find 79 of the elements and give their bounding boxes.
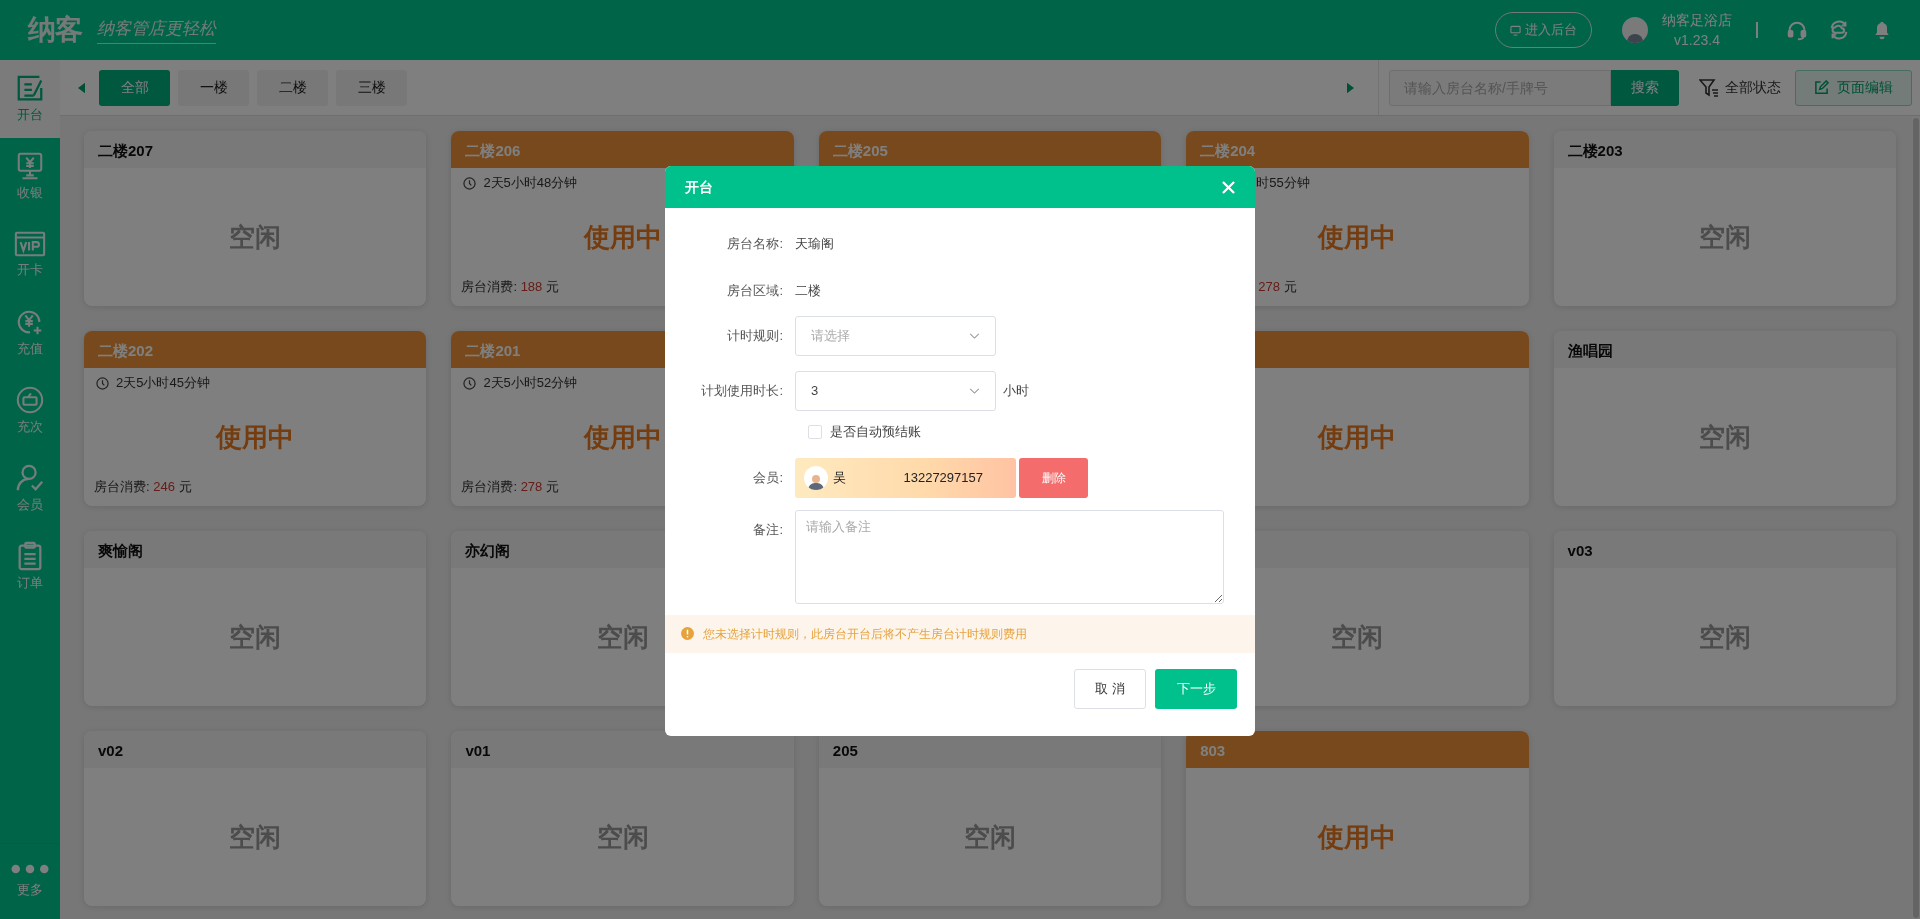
edit-icon: [1814, 80, 1829, 95]
room-name: 二楼201: [465, 340, 521, 361]
area-value: 二楼: [795, 282, 821, 301]
room-fee: 房台消费: 278 元: [461, 478, 559, 497]
room-status: 使用中: [1318, 820, 1397, 854]
room-status: 使用中: [1318, 220, 1397, 254]
monitor-icon: [1510, 24, 1521, 36]
headset-icon[interactable]: [1786, 19, 1808, 41]
delete-button[interactable]: 删除: [1019, 457, 1088, 498]
room-name: 二楼205: [832, 140, 888, 161]
room-card[interactable]: 二楼202 2天5小时45分钟 使用中 房台消费: 246 元: [84, 331, 427, 506]
user-check-icon: [15, 463, 45, 494]
logo: 纳客: [28, 13, 82, 47]
warning-icon: [681, 627, 694, 640]
status-filter[interactable]: 全部状态: [1699, 77, 1781, 98]
room-fee: 房台消费: 188 元: [461, 278, 559, 297]
chevron-icon: [969, 333, 980, 339]
more-icon: [11, 863, 49, 874]
room-name: 二楼204: [1200, 140, 1256, 161]
room-name: 二楼203: [1567, 140, 1623, 161]
version-text: v1.23.4: [1674, 31, 1720, 50]
right-arrow-icon[interactable]: [1347, 81, 1354, 94]
field-label: 会员:: [752, 468, 784, 487]
room-status: 使用中: [1318, 420, 1397, 454]
rule-select[interactable]: 请选择: [795, 316, 996, 356]
vip-card-icon: [14, 230, 46, 259]
room-name: 二楼207: [98, 140, 154, 161]
circle-box-icon: [15, 385, 45, 416]
floor-tab[interactable]: 三楼: [336, 69, 407, 106]
chevron-icon: [969, 388, 980, 394]
member-phone: 13227297157: [903, 468, 983, 487]
edit-page-button[interactable]: 页面编辑: [1795, 69, 1912, 106]
note-field[interactable]: 请输入备注: [795, 509, 1224, 604]
avatar: [1622, 17, 1648, 43]
floor-tab[interactable]: 全部: [99, 69, 170, 106]
floor-tab[interactable]: 二楼: [257, 69, 328, 106]
room-status: 使用中: [216, 420, 295, 454]
floor-tab[interactable]: 一楼: [178, 69, 249, 106]
elapsed-time: 2天5小时48分钟: [483, 174, 578, 193]
elapsed-time: 时55分钟: [1256, 174, 1310, 193]
close-icon[interactable]: [1222, 180, 1235, 194]
filter-icon: [1699, 78, 1719, 97]
clock-icon: [463, 376, 477, 390]
room-name: 205: [832, 740, 858, 761]
field-label: 房台名称:: [726, 235, 784, 254]
room-name: 爽愉阁: [98, 540, 143, 561]
room-status: 使用中: [583, 420, 662, 454]
room-name: v01: [465, 740, 491, 761]
field-label: 计划使用时长:: [700, 382, 784, 401]
monitor-yuan-icon: [15, 151, 45, 182]
room-name: v03: [1567, 540, 1593, 561]
left-arrow-icon[interactable]: [78, 81, 85, 94]
cancel-button[interactable]: 取 消: [1074, 668, 1146, 709]
room-name-value: 天瑜阁: [795, 235, 834, 254]
refresh-icon[interactable]: [1828, 19, 1850, 41]
room-status: 使用中: [583, 220, 662, 254]
warning-banner: 您未选择计时规则，此房台开台后将不产生房台计时规则费用: [665, 614, 1255, 653]
member-name: 吴: [833, 468, 846, 487]
room-name: 渔唱园: [1567, 340, 1613, 361]
room-name: 二楼206: [465, 140, 521, 161]
next-button[interactable]: 下一步: [1155, 668, 1237, 709]
avatar: [804, 465, 828, 490]
duration-unit: 小时: [1003, 382, 1029, 401]
duration-select[interactable]: 3: [795, 371, 996, 411]
room-name: 亦幻阁: [465, 540, 511, 561]
auto-checkout-checkbox[interactable]: 是否自动预结账: [808, 422, 921, 442]
clock-icon: [463, 176, 477, 190]
elapsed-time: 2天5小时45分钟: [116, 374, 210, 393]
store-name: 纳客足浴店: [1662, 11, 1732, 30]
dialog-title: 开台: [685, 177, 713, 197]
room-name: 二楼202: [98, 340, 154, 361]
room-name: 803: [1200, 740, 1226, 761]
room-fee: 房台消费: 246 元: [94, 478, 192, 497]
field-label: 房台区域:: [726, 282, 784, 301]
clock-icon: [96, 376, 109, 390]
elapsed-time: 2天5小时52分钟: [483, 374, 578, 393]
room-fee: 278 元: [1258, 278, 1297, 297]
slogan: 纳客管店更轻松: [97, 15, 217, 45]
room-name: v02: [98, 740, 124, 761]
